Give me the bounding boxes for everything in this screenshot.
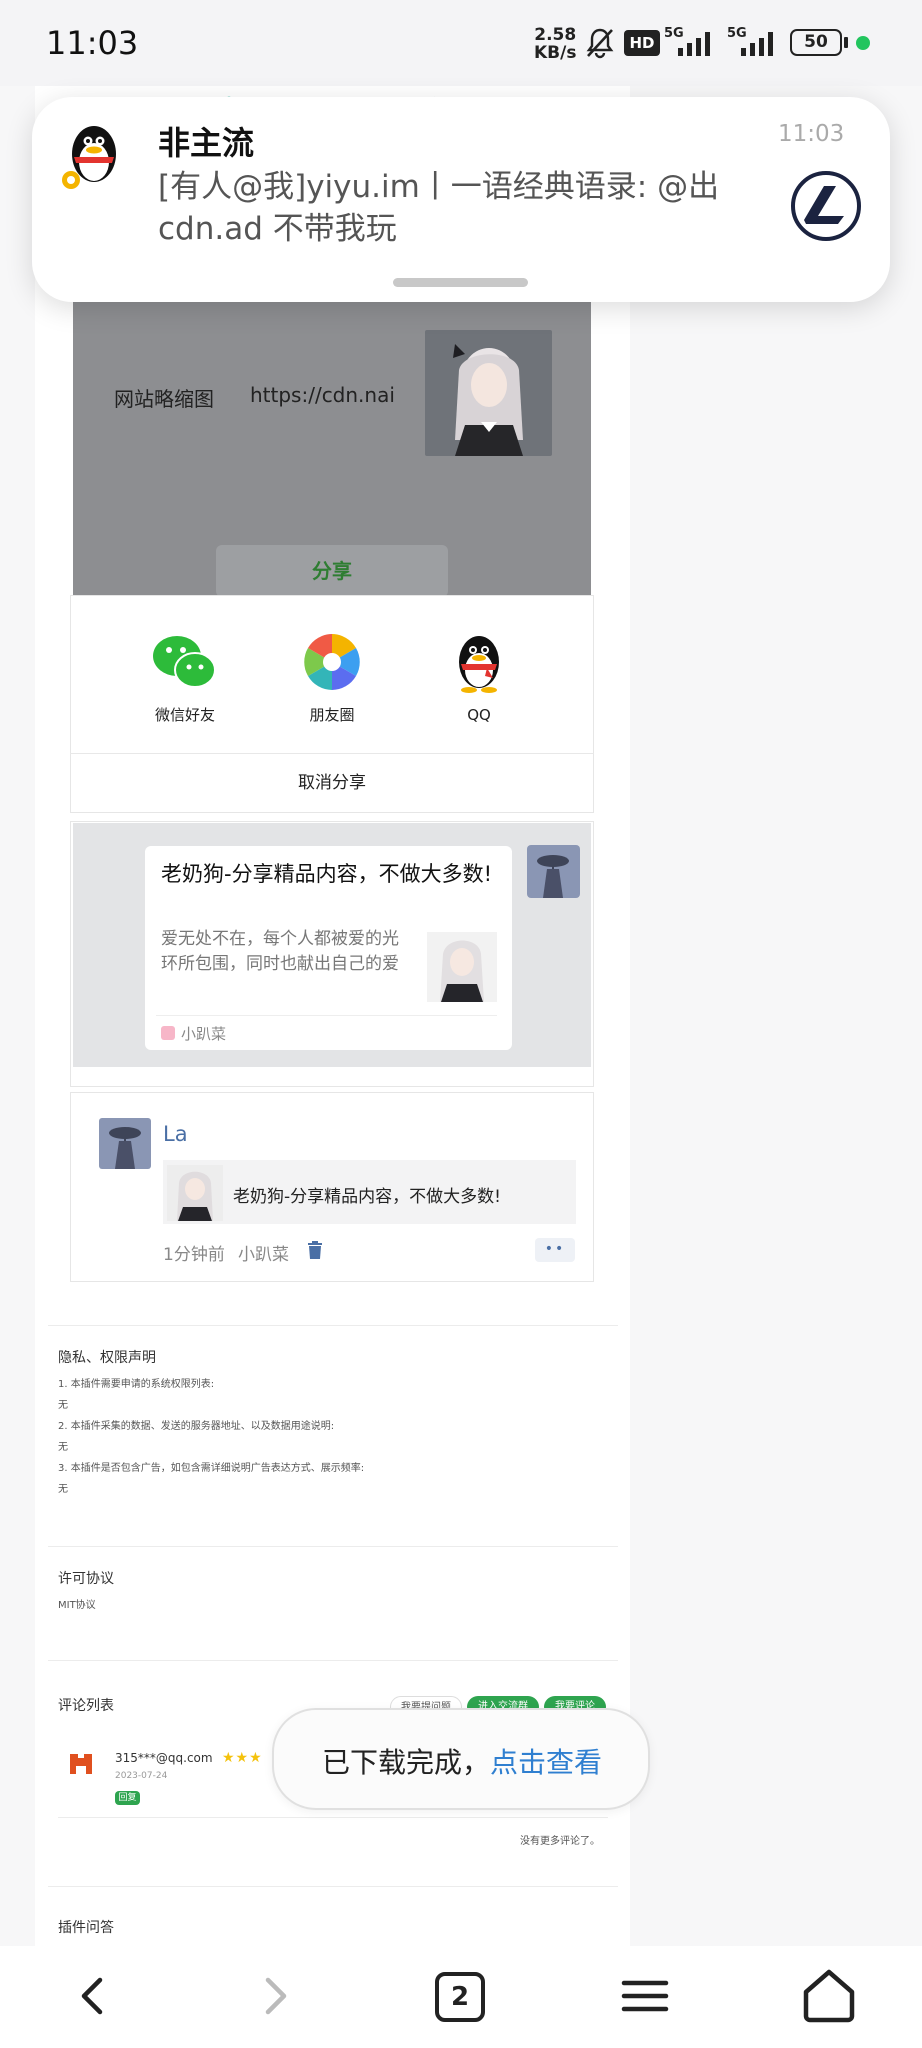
rating-stars-icon: ★★★ xyxy=(222,1750,263,1766)
thumbnail-url: https://cdn.nai xyxy=(250,383,395,407)
privacy-line: 3. 本插件是否包含广告，如包含需详细说明广告表达方式、展示频率: xyxy=(58,1463,365,1474)
license-value: MIT协议 xyxy=(58,1600,96,1611)
hd-icon: HD xyxy=(624,30,660,56)
no-more-comments: 没有更多评论了。 xyxy=(520,1836,600,1847)
share-wechat-label: 微信好友 xyxy=(154,706,215,724)
privacy-lines: 1. 本插件需要申请的系统权限列表: 无 2. 本插件采集的数据、发送的服务器地… xyxy=(58,1374,578,1500)
message-user: 小趴菜 xyxy=(238,1245,289,1265)
divider xyxy=(48,1546,618,1547)
wechat-icon xyxy=(153,636,216,688)
license-title: 许可协议 xyxy=(58,1571,114,1587)
mute-bell-icon xyxy=(586,28,614,59)
battery-icon: 50 xyxy=(790,29,842,56)
trash-icon[interactable] xyxy=(306,1240,324,1260)
divider xyxy=(48,1886,618,1887)
share-button[interactable]: 分享 xyxy=(216,545,448,597)
share-qq-label: QQ xyxy=(467,706,491,724)
reply-button[interactable]: 回复 xyxy=(115,1791,140,1805)
notification-title: 非主流 xyxy=(158,124,255,162)
battery-tip xyxy=(844,37,848,48)
comment-date: 2023-07-24 xyxy=(115,1771,168,1781)
home-icon[interactable] xyxy=(798,1966,860,2026)
qq-icon xyxy=(459,636,499,693)
signal-bars-icon xyxy=(678,32,710,56)
tabs-button[interactable]: 2 xyxy=(435,1972,485,2022)
divider xyxy=(48,1660,618,1661)
view-download-link[interactable]: 点击查看 xyxy=(490,1746,602,1779)
status-bar xyxy=(0,0,922,86)
divider xyxy=(156,1015,497,1016)
thumbnail-label: 网站略缩图 xyxy=(114,387,214,411)
user-avatar xyxy=(527,845,580,898)
privacy-line: 无 xyxy=(58,1442,68,1453)
message-time: 1分钟前 xyxy=(163,1245,225,1265)
qq-app-icon xyxy=(60,124,126,190)
comment-avatar xyxy=(68,1750,94,1776)
sender-name: La xyxy=(163,1122,188,1146)
privacy-title: 隐私、权限声明 xyxy=(58,1350,156,1366)
share-moments-label: 朋友圈 xyxy=(309,706,355,724)
source-app-icon xyxy=(161,1026,175,1040)
quoted-card-image xyxy=(167,1165,223,1221)
card-source: 小趴菜 xyxy=(181,1025,227,1043)
divider xyxy=(58,1817,608,1818)
quoted-card-title: 老奶狗-分享精品内容，不做大多数! xyxy=(233,1187,501,1207)
anime-thumbnail-image xyxy=(425,330,552,456)
privacy-line: 2. 本插件采集的数据、发送的服务器地址、以及数据用途说明: xyxy=(58,1421,335,1432)
privacy-line: 1. 本插件需要申请的系统权限列表: xyxy=(58,1379,215,1390)
share-qq[interactable]: QQ xyxy=(424,632,534,724)
privacy-line: 无 xyxy=(58,1400,68,1411)
sender-logo-icon xyxy=(790,170,862,242)
menu-icon[interactable] xyxy=(618,1966,672,2026)
comments-title: 评论列表 xyxy=(58,1698,114,1714)
net-speed-value: 2.58 xyxy=(534,25,577,45)
sender-avatar[interactable] xyxy=(99,1118,151,1169)
share-wechat[interactable]: 微信好友 xyxy=(130,632,240,725)
signal-bars-icon xyxy=(741,32,773,56)
card-title: 老奶狗-分享精品内容，不做大多数! xyxy=(161,862,492,886)
moments-icon xyxy=(304,634,360,690)
card-description: 爱无处不在，每个人都被爱的光环所包围，同时也献出自己的爱 xyxy=(161,929,399,974)
card-thumbnail-image xyxy=(427,932,497,1002)
notification-drag-handle[interactable] xyxy=(393,278,528,287)
notification-time: 11:03 xyxy=(778,121,845,147)
toast-text: 已下载完成， xyxy=(322,1746,491,1779)
back-icon[interactable] xyxy=(72,1966,112,2026)
cancel-share-button[interactable]: 取消分享 xyxy=(70,754,594,812)
net-speed: 2.58 KB/s xyxy=(534,26,576,62)
toast-message: 已下载完成，点击查看 xyxy=(322,1741,602,1781)
more-button[interactable]: •• xyxy=(535,1238,575,1262)
privacy-dot-icon xyxy=(856,36,870,50)
notification-body: [有人@我]yiyu.im丨一语经典语录: @出cdn.ad 不带我玩 xyxy=(158,169,720,247)
status-clock: 11:03 xyxy=(46,24,139,62)
qa-title: 插件问答 xyxy=(58,1920,114,1936)
tabs-count: 2 xyxy=(450,1982,470,2012)
comment-user: 315***@qq.com xyxy=(115,1751,213,1765)
privacy-line: 无 xyxy=(58,1484,68,1495)
forward-icon[interactable] xyxy=(256,1966,296,2026)
divider xyxy=(48,1325,618,1326)
share-moments[interactable]: 朋友圈 xyxy=(277,632,387,725)
net-speed-unit: KB/s xyxy=(534,43,577,63)
